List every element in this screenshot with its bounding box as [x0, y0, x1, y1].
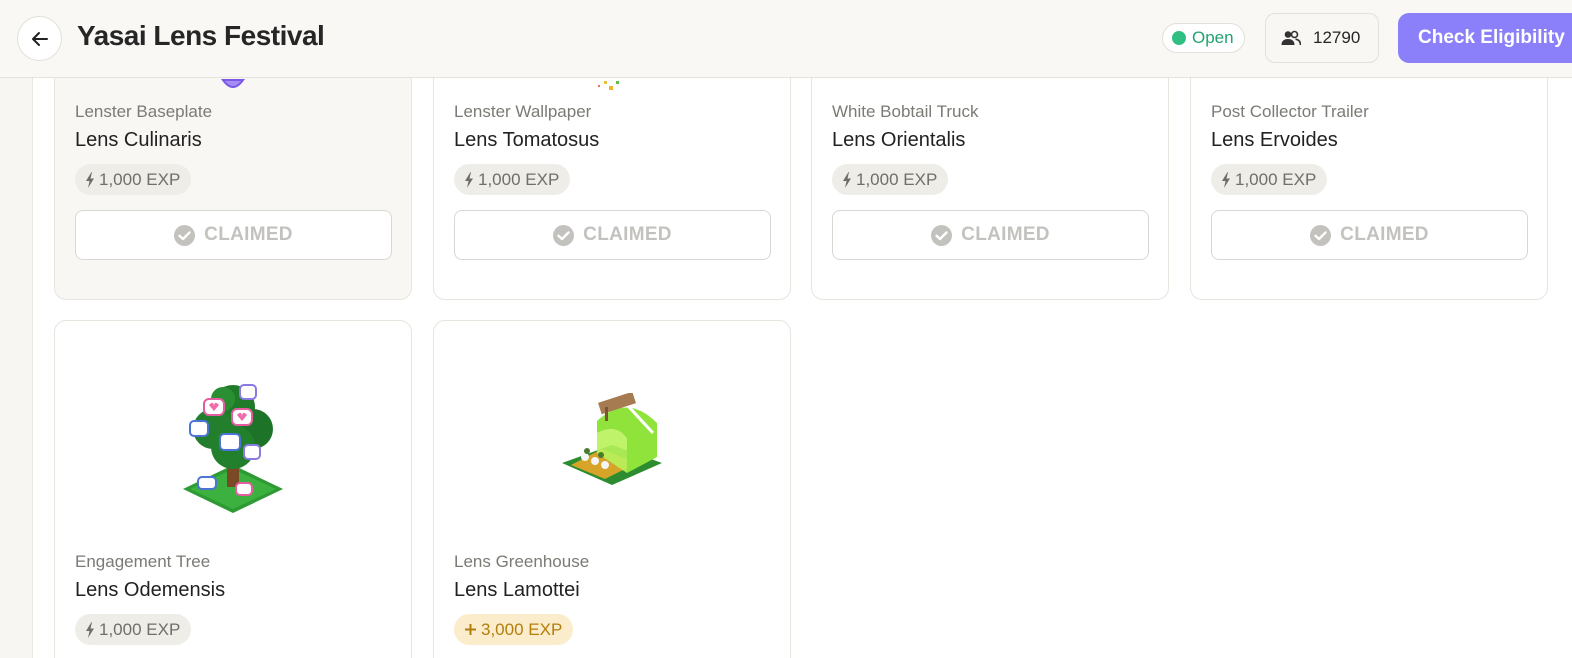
check-circle-icon [553, 224, 575, 246]
exp-badge: 1,000 EXP [75, 164, 192, 195]
lightning-icon [85, 621, 95, 638]
reward-card: Post Collector Trailer Lens Ervoides 1,0… [1190, 78, 1548, 300]
exp-badge: 1,000 EXP [454, 164, 571, 195]
claimed-button[interactable]: CLAIMED [1211, 210, 1528, 260]
reward-category: Post Collector Trailer [1211, 102, 1369, 121]
status-badge: Open [1162, 23, 1245, 53]
reward-name: Lens Ervoides [1211, 129, 1338, 151]
reward-card: White Bobtail Truck Lens Orientalis 1,00… [811, 78, 1169, 300]
exp-text: 1,000 EXP [478, 169, 560, 189]
lightning-icon [464, 171, 474, 188]
reward-name: Lens Orientalis [832, 129, 966, 151]
participants-count-text: 12790 [1313, 28, 1361, 47]
exp-text: 3,000 EXP [481, 619, 563, 639]
exp-text: 1,000 EXP [1235, 169, 1317, 189]
reward-image [55, 79, 411, 93]
reward-card: Engagement Tree Lens Odemensis 1,000 EXP [54, 320, 412, 658]
reward-card: Lens Greenhouse Lens Lamottei 3,000 EXP [433, 320, 791, 658]
arrow-left-icon [31, 31, 48, 46]
exp-badge: 1,000 EXP [1211, 164, 1328, 195]
lightning-icon [85, 171, 95, 188]
reward-name: Lens Culinaris [75, 129, 202, 151]
lightning-icon [842, 171, 852, 188]
claimed-button[interactable]: CLAIMED [75, 210, 392, 260]
reward-category: Engagement Tree [75, 552, 211, 571]
exp-text: 1,000 EXP [99, 619, 181, 639]
engagement-tree-image [183, 384, 283, 513]
claimed-label: CLAIMED [583, 224, 672, 245]
claimed-label: CLAIMED [1340, 224, 1429, 245]
claimed-button[interactable]: CLAIMED [454, 210, 771, 260]
exp-text: 1,000 EXP [99, 169, 181, 189]
exp-badge: 1,000 EXP [75, 614, 192, 645]
users-icon [1281, 30, 1301, 46]
plus-icon [464, 623, 477, 636]
exp-text: 1,000 EXP [856, 169, 938, 189]
reward-grid: Lenster Baseplate Lens Culinaris 1,000 E… [32, 78, 1572, 658]
reward-name: Lens Odemensis [75, 579, 226, 601]
check-circle-icon [1310, 224, 1332, 246]
status-text: Open [1192, 28, 1234, 47]
check-eligibility-button[interactable]: Check Eligibility [1398, 13, 1572, 63]
page-title: Yasai Lens Festival [77, 20, 325, 51]
claimed-label: CLAIMED [204, 224, 293, 245]
claimed-button[interactable]: CLAIMED [832, 210, 1149, 260]
exp-badge: 1,000 EXP [832, 164, 949, 195]
participants-count: 12790 [1265, 13, 1379, 63]
reward-category: Lenster Wallpaper [454, 102, 592, 121]
top-bar: Yasai Lens Festival Open 12790 Check Eli… [0, 0, 1572, 78]
status-dot-icon [1172, 31, 1186, 45]
check-circle-icon [931, 224, 953, 246]
reward-card: Lenster Wallpaper Lens Tomatosus 1,000 E… [433, 78, 791, 300]
lightning-icon [1221, 171, 1231, 188]
reward-card: Lenster Baseplate Lens Culinaris 1,000 E… [54, 78, 412, 300]
reward-category: Lens Greenhouse [454, 552, 590, 571]
back-button[interactable] [17, 16, 62, 61]
bonus-exp-badge: 3,000 EXP [454, 614, 574, 645]
reward-category: Lenster Baseplate [75, 102, 213, 121]
reward-name: Lens Lamottei [454, 579, 580, 601]
claimed-label: CLAIMED [961, 224, 1050, 245]
reward-image [55, 377, 411, 517]
reward-name: Lens Tomatosus [454, 129, 600, 151]
reward-image [434, 79, 790, 93]
reward-image [434, 393, 790, 489]
greenhouse-image [562, 393, 662, 485]
check-circle-icon [174, 224, 196, 246]
reward-category: White Bobtail Truck [832, 102, 979, 121]
